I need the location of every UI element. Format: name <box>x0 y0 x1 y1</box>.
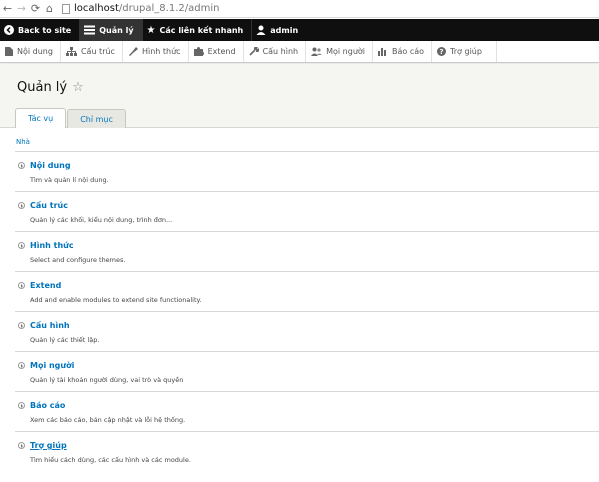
shortcuts-label: Các liên kết nhanh <box>159 25 244 35</box>
list-item-description: Tìm và quản lí nội dung. <box>30 176 109 184</box>
back-to-site-label: Back to site <box>18 25 72 35</box>
tray-item-extend[interactable]: Extend <box>189 41 244 62</box>
help-icon: ? <box>437 47 447 56</box>
chevron-circle-icon <box>18 282 25 289</box>
user-label: admin <box>270 25 299 35</box>
list-item-title[interactable]: Trợ giúp <box>30 441 67 450</box>
list-item-title[interactable]: Báo cáo <box>30 401 65 410</box>
user-icon <box>256 25 266 35</box>
star-icon: ★ <box>146 24 156 36</box>
tray-label-configuration: Cấu hình <box>262 47 299 56</box>
tray-label-content: Nội dung <box>17 47 53 56</box>
list-item: Extend Add and enable modules to extend … <box>15 271 599 311</box>
list-item-description: Quản lý tài khoản người dùng, vai trò và… <box>30 376 184 384</box>
file-icon <box>5 47 13 56</box>
tab-tasks[interactable]: Tác vụ <box>15 108 67 128</box>
chevron-circle-icon <box>18 162 25 169</box>
tray-item-structure[interactable]: Cấu trúc <box>61 41 123 62</box>
back-circle-icon <box>4 25 14 35</box>
page-icon <box>62 3 70 14</box>
menu-icon <box>84 25 96 35</box>
list-item: Báo cáo Xem các báo cáo, bản cập nhật và… <box>15 391 599 431</box>
sitemap-icon <box>65 47 77 56</box>
tray-item-appearance[interactable]: Hình thức <box>123 41 189 62</box>
page-title-text: Quản lý <box>17 80 68 95</box>
list-item-description: Xem các báo cáo, bản cập nhật và lỗi hệ … <box>30 416 186 424</box>
chevron-circle-icon <box>18 402 25 409</box>
tray-label-reports: Báo cáo <box>392 47 425 56</box>
paintbrush-icon <box>128 47 138 56</box>
list-item-title[interactable]: Extend <box>30 281 61 290</box>
page-header: Quản lý ☆ Tác vụ Chỉ mục <box>0 64 599 128</box>
tray-item-help[interactable]: ? Trợ giúp <box>432 41 497 62</box>
list-item-title[interactable]: Cấu trúc <box>30 201 68 210</box>
tray-item-configuration[interactable]: Cấu hình <box>244 41 307 62</box>
list-item-title[interactable]: Mọi người <box>30 361 74 370</box>
chevron-circle-icon <box>18 322 25 329</box>
list-item: Mọi người Quản lý tài khoản người dùng, … <box>15 351 599 391</box>
list-item-title[interactable]: Nội dung <box>30 161 71 170</box>
back-to-site-button[interactable]: Back to site <box>0 19 81 41</box>
page-title: Quản lý ☆ <box>17 80 84 95</box>
list-item-description: Quản lý các thiết lập. <box>30 336 100 344</box>
tray-label-people: Mọi người <box>326 47 366 56</box>
url-host: localhost <box>74 3 119 14</box>
tray-label-structure: Cấu trúc <box>80 47 115 56</box>
user-tab[interactable]: admin <box>252 19 306 41</box>
tab-index[interactable]: Chỉ mục <box>67 109 126 128</box>
list-item-description: Add and enable modules to extend site fu… <box>30 296 202 304</box>
tray-label-appearance: Hình thức <box>141 47 181 56</box>
puzzle-icon <box>193 47 204 56</box>
list-item: Cấu trúc Quản lý các khối, kiểu nội dung… <box>15 191 599 231</box>
breadcrumb[interactable]: Nhà <box>16 138 30 146</box>
tray-item-reports[interactable]: Báo cáo <box>373 41 433 62</box>
breadcrumb-home[interactable]: Nhà <box>16 138 30 146</box>
list-item-description: Select and configure themes. <box>30 256 126 264</box>
list-item: Cấu hình Quản lý các thiết lập. <box>15 311 599 351</box>
url-field[interactable]: localhost/drupal_8.1.2/admin <box>74 3 219 14</box>
people-icon <box>311 47 323 56</box>
list-item: Trợ giúp Tìm hiểu cách dùng, các cấu hìn… <box>15 431 599 471</box>
forward-arrow-icon[interactable]: → <box>15 1 28 17</box>
chevron-circle-icon <box>18 242 25 249</box>
shortcut-star-icon[interactable]: ☆ <box>72 80 84 95</box>
list-item-description: Tìm hiểu cách dùng, các cấu hình và các … <box>30 456 191 464</box>
admin-list: Nội dung Tìm và quản lí nội dung. Cấu tr… <box>15 151 599 471</box>
home-icon[interactable]: ⌂ <box>43 1 56 17</box>
chevron-circle-icon <box>18 442 25 449</box>
tray-item-content[interactable]: Nội dung <box>0 41 61 62</box>
wrench-icon <box>248 47 259 56</box>
url-path: /drupal_8.1.2/admin <box>118 3 220 14</box>
list-item: Nội dung Tìm và quản lí nội dung. <box>15 151 599 191</box>
tray-item-people[interactable]: Mọi người <box>306 41 374 62</box>
reload-icon[interactable]: ⟳ <box>29 1 42 17</box>
list-item-title[interactable]: Cấu hình <box>30 321 70 330</box>
admin-toolbar: Back to site Quản lý ★ Các liên kết nhan… <box>0 19 599 41</box>
list-item-title[interactable]: Hình thức <box>30 241 74 250</box>
chevron-circle-icon <box>18 202 25 209</box>
list-item-description: Quản lý các khối, kiểu nội dung, trình đ… <box>30 216 173 224</box>
tray-label-help: Trợ giúp <box>450 47 482 56</box>
tab-index-label: Chỉ mục <box>80 114 113 124</box>
list-item: Hình thức Select and configure themes. <box>15 231 599 271</box>
shortcuts-tab[interactable]: ★ Các liên kết nhanh <box>143 19 253 41</box>
manage-tab[interactable]: Quản lý <box>80 19 143 41</box>
admin-tray: Nội dung Cấu trúc Hình thức Extend Cấu h… <box>0 41 599 63</box>
chevron-circle-icon <box>18 362 25 369</box>
bar-chart-icon <box>378 47 388 56</box>
primary-tabs: Tác vụ Chỉ mục <box>15 108 127 128</box>
back-arrow-icon[interactable]: ← <box>1 1 14 17</box>
tray-label-extend: Extend <box>207 47 236 56</box>
manage-label: Quản lý <box>99 25 134 35</box>
tab-tasks-label: Tác vụ <box>28 114 54 123</box>
svg-text:?: ? <box>440 48 444 56</box>
browser-address-bar: ← → ⟳ ⌂ localhost/drupal_8.1.2/admin <box>0 0 599 18</box>
